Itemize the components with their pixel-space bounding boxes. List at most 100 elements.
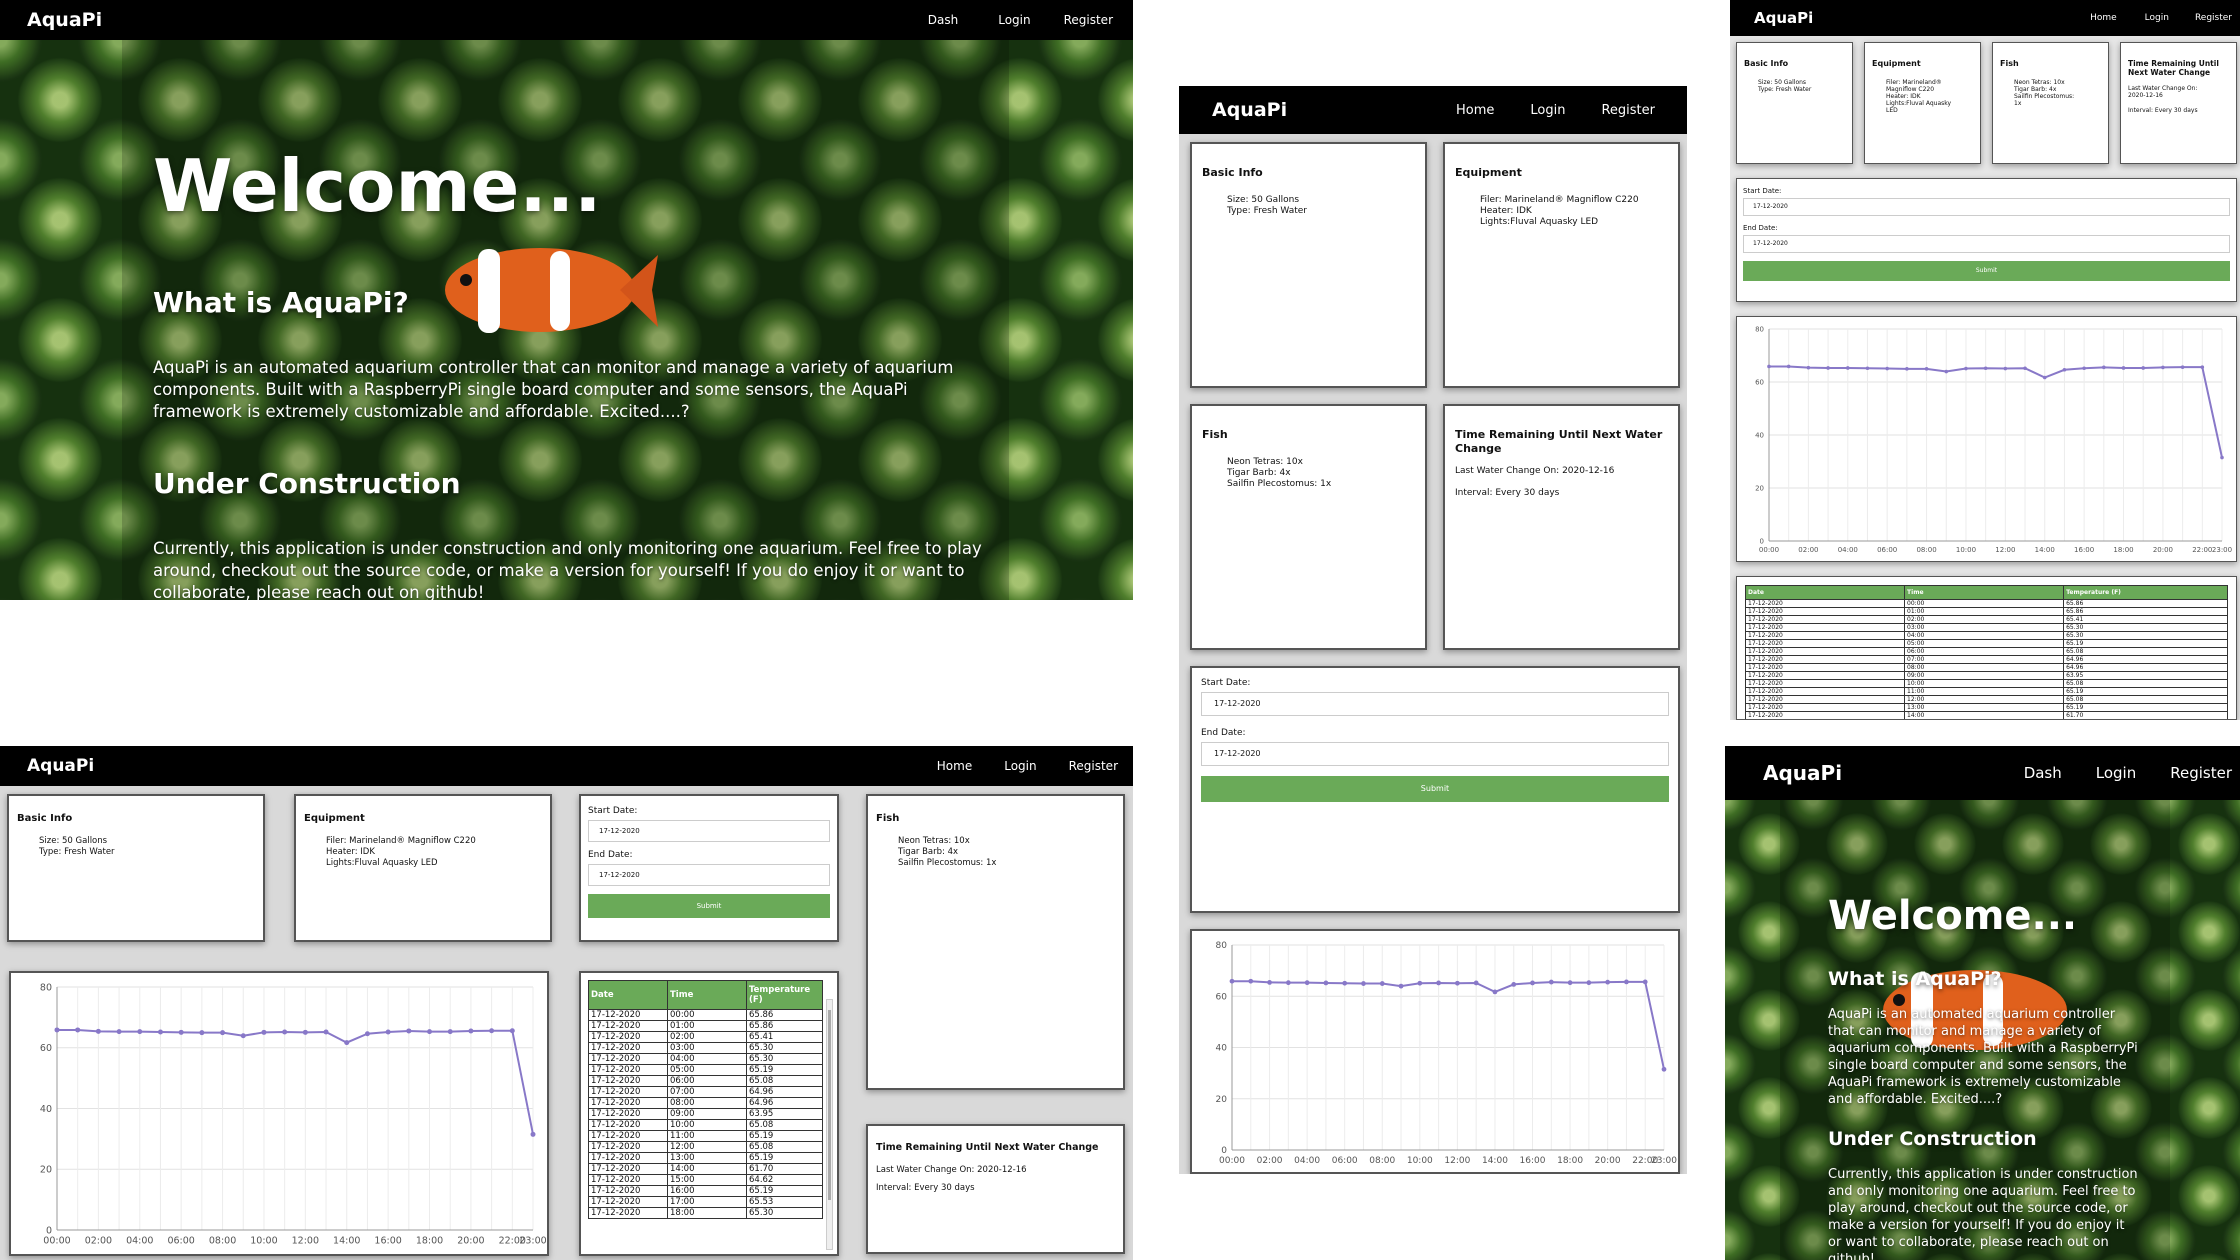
end-date-input[interactable]: 17-12-2020 bbox=[1743, 235, 2230, 253]
cell-temperature: 65.30 bbox=[746, 1042, 823, 1054]
submit-button[interactable]: Submit bbox=[1201, 776, 1669, 802]
temperature-point bbox=[1323, 980, 1329, 986]
y-tick-label: 80 bbox=[40, 982, 52, 993]
temperature-point bbox=[1454, 980, 1460, 986]
col-temp-header[interactable]: Temperature (F) bbox=[746, 980, 823, 1010]
date-range-form: Start Date: 17-12-2020 End Date: 17-12-2… bbox=[579, 794, 839, 942]
list-item: Filer: Marineland® bbox=[1886, 79, 1942, 86]
water-change-title: Time Remaining Until Next Water Change bbox=[1455, 428, 1663, 455]
y-tick-label: 80 bbox=[1755, 325, 1764, 333]
temperature-point bbox=[95, 1028, 101, 1034]
cell-time: 11:00 bbox=[1904, 687, 2065, 696]
nav-dash-link[interactable]: Dash bbox=[2024, 764, 2062, 782]
nav-register-link[interactable]: Register bbox=[1601, 103, 1655, 118]
cell-date: 17-12-2020 bbox=[1744, 671, 1906, 680]
nav-login-link[interactable]: Login bbox=[998, 13, 1030, 27]
submit-button[interactable]: Submit bbox=[588, 894, 830, 918]
col-date-header[interactable]: Date bbox=[1744, 585, 1906, 600]
nav-home-link[interactable]: Home bbox=[1456, 103, 1494, 118]
cell-date: 17-12-2020 bbox=[588, 1108, 668, 1120]
table-row: 17-12-2020 16:00 65.19 bbox=[588, 1185, 823, 1197]
cell-time: 15:00 bbox=[667, 1174, 747, 1186]
temperature-point bbox=[2220, 455, 2224, 460]
col-time-header[interactable]: Time bbox=[1904, 585, 2065, 600]
cell-temperature: 61.70 bbox=[746, 1163, 823, 1175]
nav-login-link[interactable]: Login bbox=[2096, 764, 2136, 782]
temperature-point bbox=[1530, 980, 1535, 986]
list-item: Neon Tetras: 10x bbox=[898, 836, 970, 846]
nav-register-link[interactable]: Register bbox=[1064, 13, 1113, 27]
brand-logo[interactable]: AquaPi bbox=[1754, 9, 1813, 27]
nav-login-link[interactable]: Login bbox=[2145, 13, 2169, 23]
water-change-title: Time Remaining Until Next Water Change bbox=[2128, 59, 2229, 77]
temperature-point bbox=[302, 1029, 308, 1035]
cell-time: 04:00 bbox=[1904, 631, 2065, 640]
temperature-chart-card: 0 20 40 60 80 00:00 02:00 04:00 06:00 08:00 10:00 1… bbox=[9, 971, 549, 1256]
equipment-card: Equipment Filer: Marineland® Magniflow C… bbox=[1864, 42, 1981, 164]
table-row: 17-12-2020 00:00 65.86 bbox=[588, 1009, 823, 1021]
nav-home-link[interactable]: Home bbox=[937, 759, 972, 773]
cell-temperature: 65.19 bbox=[746, 1064, 823, 1076]
temperature-point bbox=[1417, 980, 1423, 986]
list-item: Tigar Barb: 4x bbox=[898, 847, 959, 857]
temperature-point bbox=[2180, 365, 2185, 369]
scrollbar-thumb[interactable] bbox=[828, 1010, 831, 1200]
list-item: Heater: IDK bbox=[326, 847, 375, 857]
cell-temperature: 65.19 bbox=[2063, 639, 2228, 648]
nav-register-link[interactable]: Register bbox=[2195, 13, 2232, 23]
table-row: 17-12-2020 06:00 65.08 bbox=[588, 1075, 823, 1087]
water-change-interval: Interval: Every 30 days bbox=[876, 1183, 975, 1193]
cell-date: 17-12-2020 bbox=[588, 1020, 668, 1032]
fish-title: Fish bbox=[2000, 59, 2019, 68]
temperature-point bbox=[1567, 980, 1573, 986]
temperature-point bbox=[2082, 366, 2086, 371]
nav-login-link[interactable]: Login bbox=[1530, 103, 1565, 118]
x-tick-label: 18:00 bbox=[2113, 546, 2133, 554]
cell-temperature: 65.08 bbox=[2063, 647, 2228, 656]
cell-temperature: 65.19 bbox=[2063, 703, 2228, 712]
table-scrollbar[interactable] bbox=[826, 999, 833, 1250]
x-tick-label: 10:00 bbox=[1956, 546, 1976, 554]
cell-temperature: 63.95 bbox=[746, 1108, 823, 1120]
col-date-header[interactable]: Date bbox=[588, 980, 668, 1010]
brand-logo[interactable]: AquaPi bbox=[1212, 99, 1287, 121]
temperature-point bbox=[1983, 366, 1988, 371]
nav-dash-link[interactable]: Dash bbox=[928, 13, 958, 27]
nav-home-link[interactable]: Home bbox=[2090, 13, 2117, 23]
list-item: Lights:Fluval Aquasky LED bbox=[326, 858, 438, 868]
cell-time: 08:00 bbox=[667, 1097, 747, 1109]
end-date-input[interactable]: 17-12-2020 bbox=[1201, 742, 1669, 766]
cell-temperature: 65.53 bbox=[746, 1196, 823, 1208]
nav-register-link[interactable]: Register bbox=[1069, 759, 1118, 773]
x-tick-label: 08:00 bbox=[1916, 546, 1936, 554]
nav-login-link[interactable]: Login bbox=[1004, 759, 1036, 773]
table-row: 17-12-2020 02:00 65.41 bbox=[1744, 615, 2228, 624]
col-temp-header[interactable]: Temperature (F) bbox=[2063, 585, 2228, 600]
fish-title: Fish bbox=[1202, 428, 1228, 441]
nav-register-link[interactable]: Register bbox=[2170, 764, 2232, 782]
navbar: AquaPi Home Login Register bbox=[1730, 0, 2240, 36]
brand-logo[interactable]: AquaPi bbox=[27, 756, 94, 776]
start-date-input[interactable]: 17-12-2020 bbox=[1201, 692, 1669, 716]
brand-logo[interactable]: AquaPi bbox=[27, 9, 102, 31]
cell-date: 17-12-2020 bbox=[588, 1163, 668, 1175]
table-row: 17-12-2020 14:00 61.70 bbox=[1744, 711, 2228, 719]
brand-logo[interactable]: AquaPi bbox=[1763, 761, 1842, 785]
dashboard-wide-scrolled: AquaPi Home Login Register Basic Info Si… bbox=[1730, 0, 2240, 720]
cell-date: 17-12-2020 bbox=[1744, 639, 1906, 648]
start-date-input[interactable]: 17-12-2020 bbox=[588, 820, 830, 842]
navbar: AquaPi Home Login Register bbox=[1179, 86, 1687, 134]
x-tick-label: 06:00 bbox=[1332, 1156, 1358, 1166]
cell-time: 02:00 bbox=[667, 1031, 747, 1043]
start-date-input[interactable]: 17-12-2020 bbox=[1743, 198, 2230, 216]
temperature-point bbox=[282, 1029, 288, 1035]
temperature-point bbox=[1661, 1066, 1667, 1072]
end-date-input[interactable]: 17-12-2020 bbox=[588, 864, 830, 886]
cell-date: 17-12-2020 bbox=[1744, 631, 1906, 640]
cell-date: 17-12-2020 bbox=[588, 1207, 668, 1219]
what-is-text: AquaPi is an automated aquarium controll… bbox=[153, 358, 954, 421]
temperature-point bbox=[1267, 979, 1272, 985]
submit-button[interactable]: Submit bbox=[1743, 261, 2230, 281]
temperature-point bbox=[1229, 978, 1235, 984]
col-time-header[interactable]: Time bbox=[667, 980, 747, 1010]
